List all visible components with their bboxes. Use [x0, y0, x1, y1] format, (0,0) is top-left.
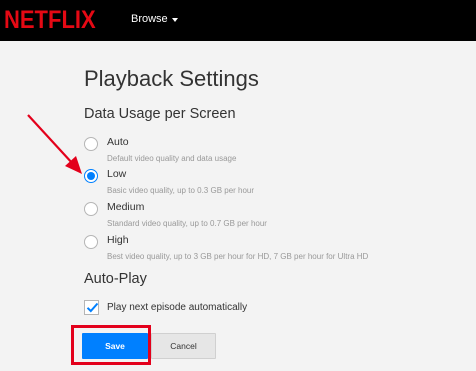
save-button[interactable]: Save: [82, 333, 148, 359]
autoplay-title: Auto-Play: [84, 271, 147, 287]
radio-high[interactable]: [84, 235, 98, 249]
cancel-button[interactable]: Cancel: [151, 333, 216, 359]
option-low[interactable]: Low Basic video quality, up to 0.3 GB pe…: [84, 168, 254, 196]
data-usage-title: Data Usage per Screen: [84, 106, 236, 122]
option-text: Auto Default video quality and data usag…: [107, 136, 236, 164]
autoplay-label: Play next episode automatically: [107, 302, 248, 313]
option-high[interactable]: High Best video quality, up to 3 GB per …: [84, 234, 368, 262]
browse-menu[interactable]: Browse: [131, 13, 178, 25]
radio-medium[interactable]: [84, 202, 98, 216]
radio-auto[interactable]: [84, 137, 98, 151]
option-label: Medium: [107, 201, 145, 213]
option-text: Medium Standard video quality, up to 0.7…: [107, 201, 267, 229]
netflix-logo[interactable]: NETFLIX: [4, 5, 96, 35]
autoplay-option[interactable]: Play next episode automatically: [84, 300, 247, 315]
radio-low[interactable]: [84, 169, 98, 183]
option-label: High: [107, 234, 129, 246]
chevron-down-icon: [171, 17, 178, 22]
checkmark-icon: [86, 302, 99, 313]
option-description: Basic video quality, up to 0.3 GB per ho…: [107, 186, 255, 195]
option-label: Auto: [107, 136, 129, 148]
option-text: Low Basic video quality, up to 0.3 GB pe…: [107, 168, 254, 196]
browse-label: Browse: [131, 13, 168, 25]
option-description: Standard video quality, up to 0.7 GB per…: [107, 219, 267, 228]
top-navigation-bar: NETFLIX Browse: [0, 0, 476, 41]
autoplay-checkbox[interactable]: [84, 300, 99, 315]
option-description: Default video quality and data usage: [107, 154, 237, 163]
option-label: Low: [107, 168, 127, 180]
option-text: High Best video quality, up to 3 GB per …: [107, 234, 368, 262]
page-title: Playback Settings: [84, 66, 259, 91]
option-description: Best video quality, up to 3 GB per hour …: [107, 252, 369, 261]
option-medium[interactable]: Medium Standard video quality, up to 0.7…: [84, 201, 267, 229]
option-auto[interactable]: Auto Default video quality and data usag…: [84, 136, 236, 164]
